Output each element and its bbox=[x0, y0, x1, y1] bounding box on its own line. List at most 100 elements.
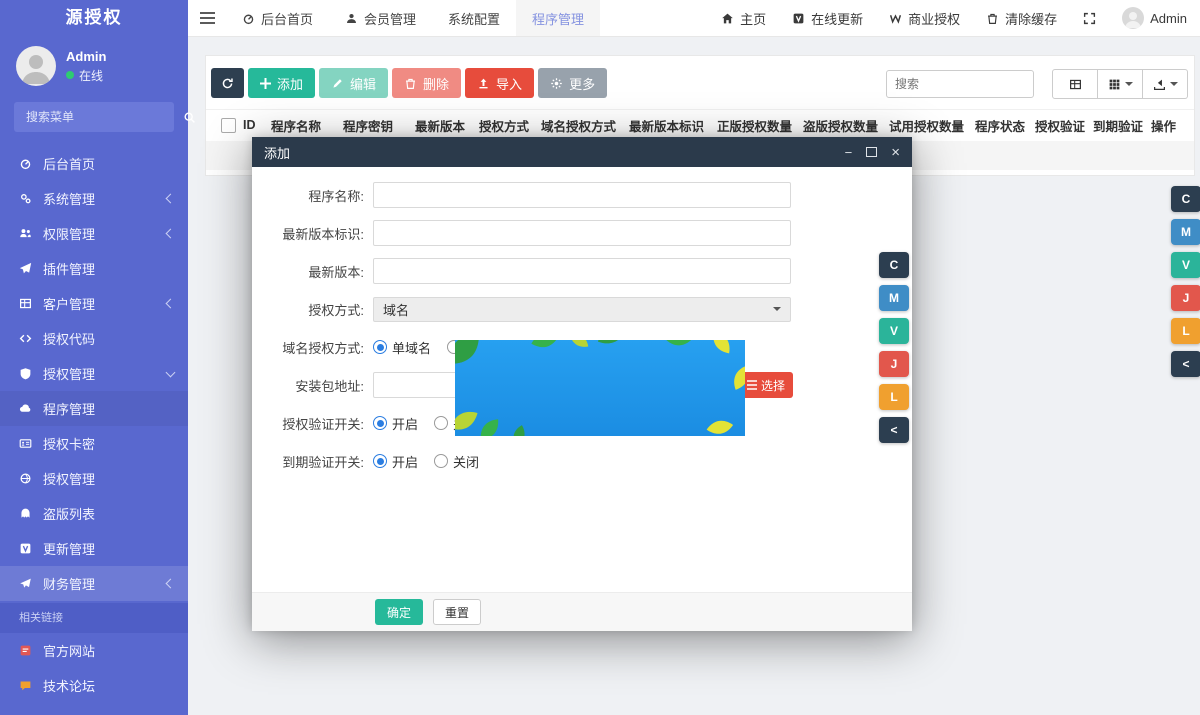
maximize-icon[interactable] bbox=[866, 147, 877, 157]
column-header[interactable]: 程序状态 bbox=[972, 116, 1032, 135]
quick-button-l[interactable]: L bbox=[1171, 318, 1200, 344]
column-header[interactable]: 程序密钥 bbox=[340, 116, 412, 135]
hamburger-icon[interactable] bbox=[188, 0, 226, 36]
column-header[interactable]: 操作 bbox=[1148, 116, 1188, 135]
v-square-icon bbox=[792, 12, 805, 25]
radio-auth-verify-off[interactable] bbox=[434, 416, 448, 430]
quick-button-m[interactable]: M bbox=[1171, 219, 1200, 245]
sidebar-item-plugin[interactable]: 插件管理 bbox=[0, 251, 188, 286]
radio-single-domain-label: 单域名 bbox=[392, 338, 431, 357]
sidebar-link-forum[interactable]: 技术论坛 bbox=[0, 668, 188, 703]
plugin-icon bbox=[19, 262, 32, 275]
sidebar-item-auth-card[interactable]: 授权卡密 bbox=[0, 426, 188, 461]
sidebar-item-update-manage[interactable]: 更新管理 bbox=[0, 531, 188, 566]
quick-collapse-button[interactable]: < bbox=[879, 417, 909, 443]
choose-file-button[interactable]: 选择 bbox=[739, 372, 793, 398]
column-header[interactable]: 正版授权数量 bbox=[714, 116, 800, 135]
column-header[interactable]: 到期验证 bbox=[1090, 116, 1148, 135]
tab-program-manage[interactable]: 程序管理 bbox=[516, 0, 600, 36]
sidebar-item-auth-code[interactable]: 授权代码 bbox=[0, 321, 188, 356]
auth-method-select[interactable]: 域名 bbox=[373, 297, 791, 322]
sidebar-search-input[interactable] bbox=[24, 109, 183, 125]
sidebar-item-system[interactable]: 系统管理 bbox=[0, 181, 188, 216]
dialog-titlebar[interactable]: 添加 − × bbox=[252, 137, 912, 167]
table-icon bbox=[19, 297, 32, 310]
dialog-body: 程序名称: 最新版本标识: 最新版本: 授权方式: 域名 域名授权方式: 单域名… bbox=[252, 167, 912, 592]
sidebar-item-auth-manage[interactable]: 授权管理 bbox=[0, 356, 188, 391]
caret-down-icon bbox=[1125, 82, 1133, 86]
radio-single-domain[interactable] bbox=[373, 340, 387, 354]
sidebar-link-official-site[interactable]: 官方网站 bbox=[0, 633, 188, 668]
export-button[interactable] bbox=[1143, 69, 1188, 99]
cloud-icon bbox=[19, 402, 32, 415]
user-status: 在线 bbox=[79, 67, 103, 84]
sidebar-item-permission[interactable]: 权限管理 bbox=[0, 216, 188, 251]
tab-members[interactable]: 会员管理 bbox=[329, 0, 432, 36]
fullscreen-icon[interactable] bbox=[1070, 0, 1109, 36]
sidebar-item-pirate-list[interactable]: 盗版列表 bbox=[0, 496, 188, 531]
program-name-input[interactable] bbox=[373, 182, 791, 208]
add-button[interactable]: 添加 bbox=[248, 68, 315, 98]
toggle-view-button[interactable] bbox=[1052, 69, 1098, 99]
avatar bbox=[16, 46, 56, 86]
quick-collapse-button[interactable]: < bbox=[1171, 351, 1200, 377]
close-icon[interactable]: × bbox=[891, 145, 900, 160]
column-header[interactable]: 盗版授权数量 bbox=[800, 116, 886, 135]
table-search-input[interactable] bbox=[886, 70, 1034, 98]
version-label: 最新版本: bbox=[252, 262, 364, 281]
nav-clear-cache[interactable]: 清除缓存 bbox=[973, 0, 1070, 36]
nav-user[interactable]: Admin bbox=[1109, 0, 1200, 36]
columns-button[interactable] bbox=[1098, 69, 1143, 99]
delete-button[interactable]: 删除 bbox=[392, 68, 461, 98]
tab-system-config[interactable]: 系统配置 bbox=[432, 0, 516, 36]
column-header[interactable]: 域名授权方式 bbox=[538, 116, 626, 135]
column-header[interactable]: 试用授权数量 bbox=[886, 116, 972, 135]
version-tag-input[interactable] bbox=[373, 220, 791, 246]
quick-button-m[interactable]: M bbox=[879, 285, 909, 311]
edit-button[interactable]: 编辑 bbox=[319, 68, 388, 98]
sidebar-search[interactable] bbox=[14, 102, 174, 132]
browser-icon bbox=[19, 472, 32, 485]
quick-button-c[interactable]: C bbox=[879, 252, 909, 278]
sidebar-item-finance[interactable]: 财务管理 bbox=[0, 566, 188, 601]
radio-auth-verify-on[interactable] bbox=[373, 416, 387, 430]
column-header[interactable]: 最新版本 bbox=[412, 116, 476, 135]
nav-online-update[interactable]: 在线更新 bbox=[779, 0, 876, 36]
column-header[interactable]: 授权方式 bbox=[476, 116, 538, 135]
column-header-id[interactable]: ID bbox=[240, 118, 268, 132]
select-all-checkbox[interactable] bbox=[206, 118, 240, 133]
auth-verify-switch-label: 授权验证开关: bbox=[252, 414, 364, 433]
top-navbar: 后台首页 会员管理 系统配置 程序管理 主页 在线更新 商业授权 清除缓存 bbox=[188, 0, 1200, 37]
column-header[interactable]: 最新版本标识 bbox=[626, 116, 714, 135]
home-icon bbox=[721, 12, 734, 25]
column-header[interactable]: 程序名称 bbox=[268, 116, 340, 135]
column-header[interactable]: 授权验证 bbox=[1032, 116, 1090, 135]
sidebar-item-program-manage[interactable]: 程序管理 bbox=[0, 391, 188, 426]
tab-dashboard[interactable]: 后台首页 bbox=[226, 0, 329, 36]
radio-expire-verify-on[interactable] bbox=[373, 454, 387, 468]
radio-expire-verify-off[interactable] bbox=[434, 454, 448, 468]
sidebar-item-dashboard[interactable]: 后台首页 bbox=[0, 146, 188, 181]
nav-home[interactable]: 主页 bbox=[708, 0, 779, 36]
code-icon bbox=[19, 332, 32, 345]
quick-button-j[interactable]: J bbox=[1171, 285, 1200, 311]
more-button[interactable]: 更多 bbox=[538, 68, 607, 98]
confirm-button[interactable]: 确定 bbox=[375, 599, 423, 625]
sidebar-item-auth-manage2[interactable]: 授权管理 bbox=[0, 461, 188, 496]
nav-commercial-license[interactable]: 商业授权 bbox=[876, 0, 973, 36]
sidebar-item-customer[interactable]: 客户管理 bbox=[0, 286, 188, 321]
quick-button-j[interactable]: J bbox=[879, 351, 909, 377]
gears-icon bbox=[19, 192, 32, 205]
reset-button[interactable]: 重置 bbox=[433, 599, 481, 625]
quick-button-v[interactable]: V bbox=[879, 318, 909, 344]
radio-on-label: 开启 bbox=[392, 414, 418, 433]
quick-button-c[interactable]: C bbox=[1171, 186, 1200, 212]
quick-contact-stack-modal: C M V J L < bbox=[879, 252, 909, 443]
import-button[interactable]: 导入 bbox=[465, 68, 534, 98]
quick-button-v[interactable]: V bbox=[1171, 252, 1200, 278]
search-icon[interactable] bbox=[183, 111, 196, 124]
quick-button-l[interactable]: L bbox=[879, 384, 909, 410]
version-input[interactable] bbox=[373, 258, 791, 284]
refresh-button[interactable] bbox=[211, 68, 244, 98]
minimize-icon[interactable]: − bbox=[845, 146, 853, 159]
